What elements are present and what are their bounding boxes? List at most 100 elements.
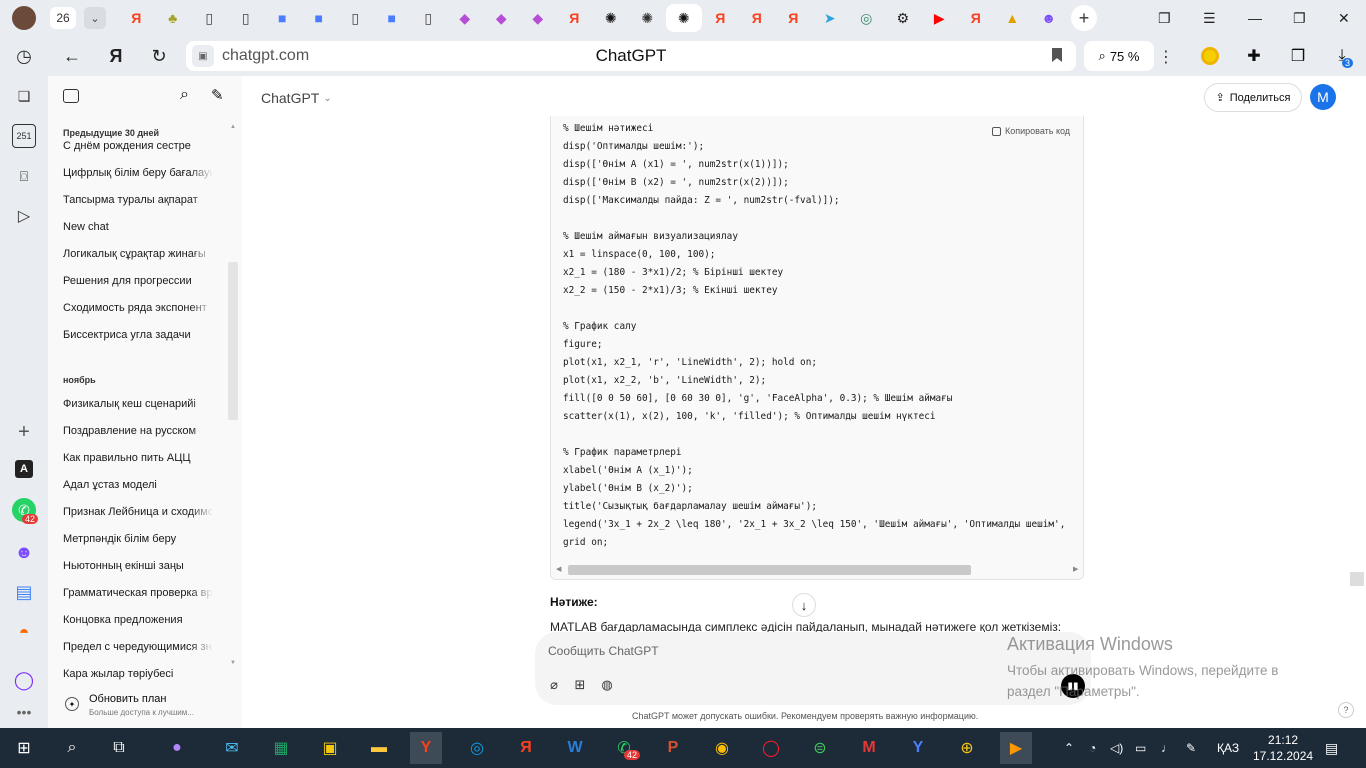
site-info-icon[interactable]: ▣ [192, 45, 214, 67]
user-avatar[interactable]: M [1310, 84, 1336, 110]
sidebar-chat-item[interactable]: Поздравление на русском [63, 425, 213, 437]
sidebar-chat-item[interactable]: Адал ұстаз моделі [63, 479, 213, 491]
tab-count-button[interactable]: 26 [50, 7, 76, 29]
add-panel-icon[interactable]: + [12, 420, 36, 444]
edge-icon[interactable]: ◎ [461, 732, 493, 764]
model-selector[interactable]: ChatGPT ⌄ [261, 90, 332, 106]
sidebar-chat-item[interactable]: Как правильно пить АЦЦ [63, 452, 213, 464]
browser-tab-24[interactable]: Я [958, 4, 995, 32]
clock-history-icon[interactable]: ◷ [12, 44, 36, 68]
task-view-icon[interactable]: ⧉ [103, 732, 135, 764]
minimize-button[interactable]: — [1248, 0, 1262, 36]
sidebar-chat-item[interactable]: Биссектриса угла задачи [63, 329, 213, 341]
powerpoint-icon[interactable]: P [657, 732, 689, 764]
m-app-icon[interactable]: M [853, 732, 885, 764]
scrollbar-thumb[interactable] [568, 565, 971, 575]
browser-tab-6[interactable]: ■ [301, 4, 338, 32]
screenshot-icon[interactable]: ⌼ [12, 164, 36, 188]
bookmark-icon[interactable] [1052, 48, 1062, 62]
tabs-dropdown-icon[interactable]: ⌄ [84, 7, 106, 29]
downloads-icon[interactable]: ⤓ [1327, 41, 1357, 71]
word-icon[interactable]: W [559, 732, 591, 764]
y-app-icon[interactable]: Y [902, 732, 934, 764]
start-icon[interactable]: ⊞ [8, 732, 40, 764]
orange-app-icon[interactable]: ◓ [12, 620, 36, 644]
composer-placeholder[interactable]: Сообщить ChatGPT [548, 644, 659, 658]
scroll-up-icon[interactable]: ▲ [230, 124, 236, 130]
browser-tab-18[interactable]: Я [739, 4, 776, 32]
extensions-icon[interactable]: ✚ [1239, 41, 1269, 71]
scroll-to-bottom-button[interactable]: ↓ [792, 593, 816, 617]
sidebar-chat-item[interactable]: Грамматическая проверка вр [63, 587, 213, 599]
back-button[interactable]: ← [56, 40, 88, 72]
sidebar-scrollbar[interactable] [228, 262, 238, 420]
main-scrollbar-thumb[interactable] [1350, 572, 1364, 586]
sidebar-chat-item[interactable]: Ньютонның екінші заңы [63, 560, 213, 572]
help-button[interactable]: ? [1338, 702, 1354, 718]
sidebar-chat-item[interactable]: Концовка предложения [63, 614, 213, 626]
browser-tab-12[interactable]: ◆ [520, 4, 557, 32]
network-icon[interactable]: ◔ [1089, 728, 1096, 768]
browser-tab-17[interactable]: Я [702, 4, 739, 32]
excel-icon[interactable]: ▦ [265, 732, 297, 764]
notifications-icon[interactable]: ▤ [1325, 728, 1338, 768]
profile-avatar[interactable] [12, 6, 36, 30]
sidebar-chat-item[interactable]: Предел с чередующимися зна [63, 641, 213, 653]
new-chat-icon[interactable]: ✎ [211, 86, 224, 104]
sidebar-chat-item[interactable]: Метрпәндік білім беру [63, 533, 213, 545]
mail-counter-icon[interactable]: 251 [12, 124, 36, 148]
docs-icon[interactable]: ▤ [12, 580, 36, 604]
play-icon[interactable]: ▷ [12, 204, 36, 228]
maximize-button[interactable]: ❐ [1293, 0, 1306, 36]
browser-tab-15[interactable]: ✺ [629, 4, 666, 32]
new-tab-button[interactable]: + [1071, 5, 1097, 31]
browser-tab-14[interactable]: ✺ [593, 4, 630, 32]
browser-tab-13[interactable]: Я [556, 4, 593, 32]
language-indicator[interactable]: ҚАЗ [1217, 728, 1239, 768]
battery-icon[interactable]: ▭ [1135, 728, 1146, 768]
sidebar-chat-item[interactable]: Сходимость ряда экспонент [63, 302, 213, 314]
green-app-icon[interactable]: ⊜ [804, 732, 836, 764]
sidebar-chat-item[interactable]: Тапсырма туралы ақпарат [63, 194, 213, 206]
scroll-down-icon[interactable]: ▼ [230, 660, 236, 666]
globe-icon[interactable]: ◍ [598, 676, 616, 694]
sidebar-chat-item[interactable]: Решения для прогрессии [63, 275, 213, 287]
opera-icon[interactable]: ◯ [755, 732, 787, 764]
store-icon[interactable]: ▣ [314, 732, 346, 764]
browser-tab-5[interactable]: ■ [264, 4, 301, 32]
yandex-browser-taskbar-icon[interactable]: Y [410, 732, 442, 764]
more-options-icon[interactable]: ⋮ [1158, 47, 1174, 67]
browser-tab-11[interactable]: ◆ [483, 4, 520, 32]
browser-tab-16[interactable]: ✺ [665, 4, 702, 32]
browser-tab-20[interactable]: ➤ [812, 4, 849, 32]
close-window-button[interactable]: ✕ [1338, 0, 1350, 36]
browser-tab-2[interactable]: ♣ [155, 4, 192, 32]
browser-tab-4[interactable]: ▯ [228, 4, 265, 32]
scroll-left-icon[interactable]: ◀ [556, 565, 561, 573]
tab-manager-icon[interactable]: ❐ [1158, 0, 1171, 36]
file-explorer-icon[interactable]: ▬ [363, 732, 395, 764]
reload-button[interactable]: ↻ [143, 40, 175, 72]
yandex-icon[interactable]: Я [510, 732, 542, 764]
collections-side-icon[interactable]: ❏ [12, 84, 36, 108]
attach-icon[interactable]: ⌀ [545, 676, 563, 694]
browser-tab-23[interactable]: ▶ [921, 4, 958, 32]
scroll-right-icon[interactable]: ▶ [1073, 565, 1078, 573]
omnibox[interactable]: ▣ chatgpt.com ChatGPT [186, 41, 1076, 71]
microphone-icon[interactable]: ♩ [1161, 728, 1173, 768]
browser-tab-9[interactable]: ▯ [410, 4, 447, 32]
menu-icon[interactable]: ☰ [1203, 0, 1216, 36]
tray-overflow-icon[interactable]: ⌃ [1064, 728, 1074, 768]
tools-icon[interactable]: ⊞ [571, 676, 589, 694]
browser-tab-19[interactable]: Я [775, 4, 812, 32]
clock[interactable]: 21:12 17.12.2024 [1253, 732, 1313, 764]
browser-tab-26[interactable]: ☻ [1031, 4, 1068, 32]
browser-tab-8[interactable]: ■ [374, 4, 411, 32]
volume-icon[interactable]: ◁) [1110, 728, 1123, 768]
yandex-button[interactable]: Я [100, 40, 132, 72]
collections-icon[interactable]: ❒ [1283, 41, 1313, 71]
search-chats-icon[interactable]: ⌕ [180, 86, 189, 104]
extension-yellow-icon[interactable] [1195, 41, 1225, 71]
mail-icon[interactable]: ✉ [216, 732, 248, 764]
chrome-icon[interactable]: ◉ [706, 732, 738, 764]
